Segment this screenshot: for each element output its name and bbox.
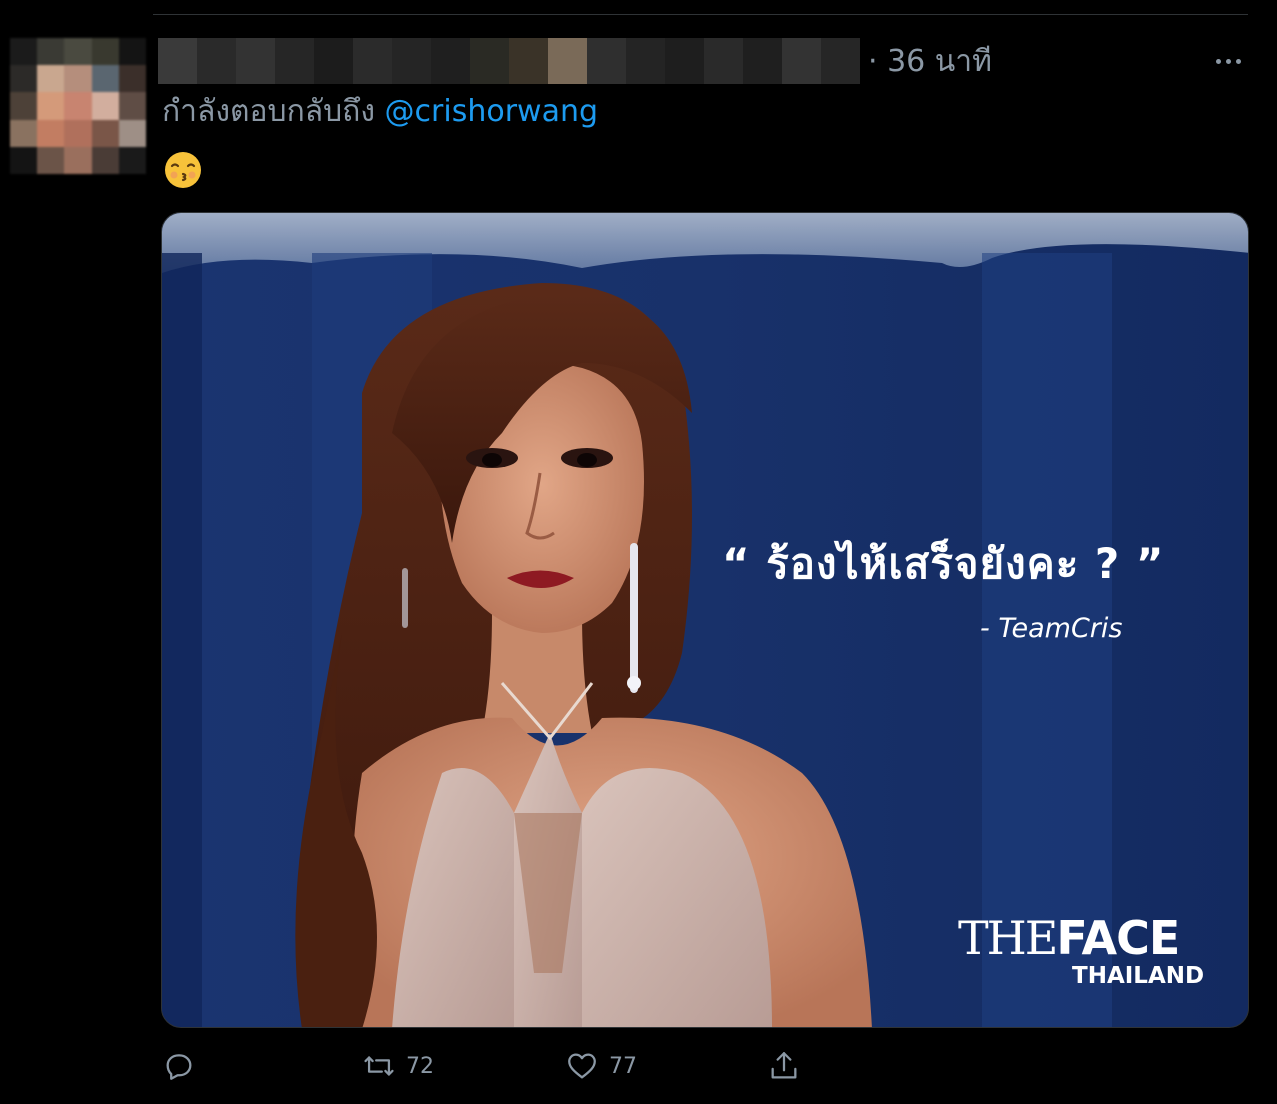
the-face-logo-subtitle: THAILAND	[1072, 963, 1205, 989]
top-divider	[153, 14, 1248, 15]
heart-icon	[568, 1053, 596, 1079]
retweet-button[interactable]: 72	[362, 1046, 434, 1086]
the-face-logo: THEFACE	[958, 911, 1180, 965]
like-count: 77	[609, 1053, 637, 1079]
reply-context: กำลังตอบกลับถึง @crishorwang	[162, 92, 598, 132]
share-icon	[771, 1052, 797, 1079]
share-button[interactable]	[767, 1046, 801, 1086]
tweet-timestamp[interactable]: · 36 นาที	[868, 42, 992, 82]
reply-mention-link[interactable]: @crishorwang	[385, 94, 598, 129]
kissing-emoji	[163, 150, 203, 190]
reply-prefix: กำลังตอบกลับถึง	[162, 94, 375, 129]
like-button[interactable]: 77	[565, 1046, 637, 1086]
reply-button[interactable]	[162, 1046, 206, 1086]
reply-icon	[166, 1054, 192, 1080]
retweet-icon	[364, 1056, 394, 1076]
retweet-count: 72	[406, 1053, 434, 1079]
username-redacted[interactable]	[158, 38, 860, 84]
tweet-image[interactable]: “ ร้องไห้เสร็จยังคะ ? ” - TeamCris THEFA…	[161, 212, 1249, 1028]
more-options-button[interactable]	[1208, 44, 1248, 78]
image-quote: “ ร้องไห้เสร็จยังคะ ? ”	[722, 539, 1165, 588]
more-horizontal-icon	[1215, 58, 1221, 64]
image-quote-author: - TeamCris	[980, 613, 1123, 644]
avatar[interactable]	[10, 38, 146, 174]
